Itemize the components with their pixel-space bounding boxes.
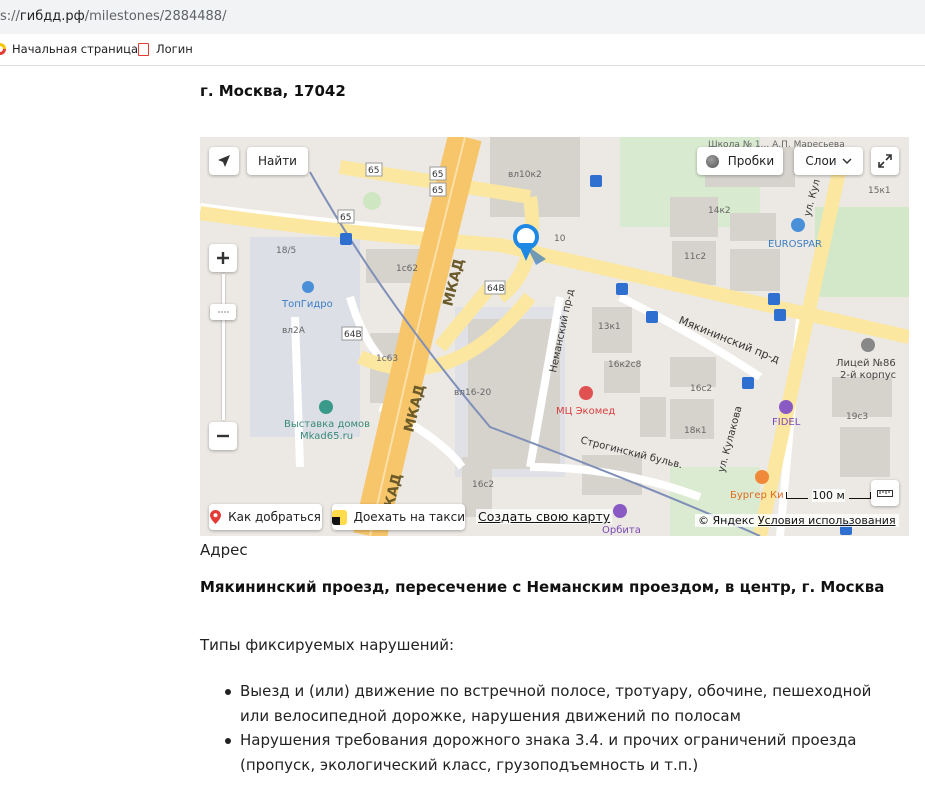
url-domain: гибдд.рф xyxy=(19,9,85,24)
plus-icon xyxy=(217,252,229,264)
svg-text:65: 65 xyxy=(368,166,379,176)
svg-text:18к1: 18к1 xyxy=(684,426,707,436)
list-item: Нарушения требования дорожного знака 3.4… xyxy=(200,728,900,777)
svg-text:64В: 64В xyxy=(344,330,362,340)
poi-fidel: FIDEL xyxy=(772,417,801,428)
expand-icon xyxy=(878,154,892,168)
bookmark-home[interactable]: Начальная страница xyxy=(0,42,138,56)
url-text[interactable]: s://гибдд.рф/milestones/2884488/ xyxy=(0,9,226,24)
layers-button[interactable]: Слои xyxy=(794,147,863,175)
copyright-text: © Яндекс xyxy=(698,514,755,527)
taxi-label: Доехать на такси xyxy=(353,510,465,524)
url-path: /milestones/2884488/ xyxy=(84,9,227,24)
poi-litsey: Лицей №86 xyxy=(836,358,896,369)
poi-burger: Бургер Ки xyxy=(730,490,784,501)
address-value: Мякининский проезд, пересечение с Неманс… xyxy=(200,578,885,596)
zoom-out-button[interactable] xyxy=(209,422,237,450)
svg-text:11с2: 11с2 xyxy=(684,252,706,262)
svg-text:16с2: 16с2 xyxy=(690,384,712,394)
map-pin-icon xyxy=(210,510,222,524)
svg-text:18/5: 18/5 xyxy=(276,246,296,256)
locate-button[interactable] xyxy=(209,147,239,175)
page-title: г. Москва, 17042 xyxy=(200,82,346,100)
violation-types-title: Типы фиксируемых нарушений: xyxy=(200,636,455,654)
bookmark-login-label: Логин xyxy=(156,42,193,56)
poi-eurospar: EUROSPAR xyxy=(768,239,822,250)
zoom-slider-handle[interactable] xyxy=(210,304,236,320)
traffic-label: Пробки xyxy=(727,154,775,168)
fullscreen-button[interactable] xyxy=(871,147,899,175)
svg-text:65: 65 xyxy=(432,186,443,196)
traffic-button[interactable]: Пробки xyxy=(697,147,783,175)
svg-text:16к2с8: 16к2с8 xyxy=(608,360,642,370)
map-copyright: © Яндекс Условия использования xyxy=(695,514,899,527)
svg-text:вл16-20: вл16-20 xyxy=(454,388,491,398)
svg-text:10: 10 xyxy=(554,234,566,244)
yandex-map[interactable]: МКАД МКАД МКАД 65 65 65 65 64В 64В Мякин… xyxy=(200,137,909,536)
poi-topgidro: ТопГидро xyxy=(281,299,333,310)
document-icon xyxy=(138,42,149,56)
taxi-icon xyxy=(332,509,347,525)
taxi-button[interactable]: Доехать на такси xyxy=(332,504,465,530)
svg-text:16с2: 16с2 xyxy=(472,480,494,490)
route-button[interactable]: Как добраться xyxy=(209,504,322,530)
create-map-link[interactable]: Создать свою карту xyxy=(476,509,613,524)
poi-mc-ekomed: МЦ Экомед xyxy=(556,406,615,417)
terms-link[interactable]: Условия использования xyxy=(758,514,896,527)
poi-vystavka: Выставка домов xyxy=(284,419,370,430)
svg-text:Mkad65.ru: Mkad65.ru xyxy=(300,431,353,442)
poi-orbita: Орбита xyxy=(602,525,641,536)
layers-label: Слои xyxy=(805,154,837,168)
svg-text:вл10к2: вл10к2 xyxy=(508,170,542,180)
chevron-down-icon xyxy=(842,158,852,165)
url-prefix: s:// xyxy=(0,9,20,24)
svg-text:15к1: 15к1 xyxy=(868,186,891,196)
address-label: Адрес xyxy=(200,541,248,559)
svg-text:1с62: 1с62 xyxy=(396,264,418,274)
grip-icon xyxy=(218,311,229,313)
map-canvas[interactable]: МКАД МКАД МКАД 65 65 65 65 64В 64В Мякин… xyxy=(200,137,909,536)
scale-bar-right xyxy=(848,492,871,499)
bookmarks-bar: Начальная страница Логин xyxy=(0,34,925,66)
route-label: Как добраться xyxy=(228,510,321,524)
svg-text:64В: 64В xyxy=(487,284,505,294)
svg-text:2-й корпус: 2-й корпус xyxy=(840,370,896,381)
svg-text:14к2: 14к2 xyxy=(708,206,731,216)
svg-text:13к1: 13к1 xyxy=(598,322,621,332)
svg-text:вл2А: вл2А xyxy=(282,326,306,336)
navigation-arrow-icon xyxy=(218,155,230,167)
traffic-light-icon xyxy=(705,154,719,168)
address-bar[interactable]: s://гибдд.рф/milestones/2884488/ xyxy=(0,0,925,34)
scale-bar-left xyxy=(786,492,808,499)
violation-list: Выезд и (или) движение по встречной поло… xyxy=(200,679,900,777)
svg-text:65: 65 xyxy=(432,170,443,180)
svg-text:19с3: 19с3 xyxy=(846,412,868,422)
bookmark-login[interactable]: Логин xyxy=(138,42,193,56)
minus-icon xyxy=(217,434,229,438)
ruler-icon xyxy=(877,490,893,497)
zoom-in-button[interactable] xyxy=(209,244,237,272)
bookmark-home-label: Начальная страница xyxy=(12,42,139,56)
ruler-button[interactable] xyxy=(871,480,899,506)
zoom-slider-track[interactable] xyxy=(222,274,225,420)
list-item: Выезд и (или) движение по встречной поло… xyxy=(200,679,900,728)
scale-label: 100 м xyxy=(812,489,845,502)
svg-text:1с63: 1с63 xyxy=(376,354,398,364)
svg-text:65: 65 xyxy=(340,213,351,223)
scale-bar: 100 м xyxy=(786,489,871,502)
yandex-browser-icon xyxy=(0,43,6,55)
find-button[interactable]: Найти xyxy=(247,147,308,175)
